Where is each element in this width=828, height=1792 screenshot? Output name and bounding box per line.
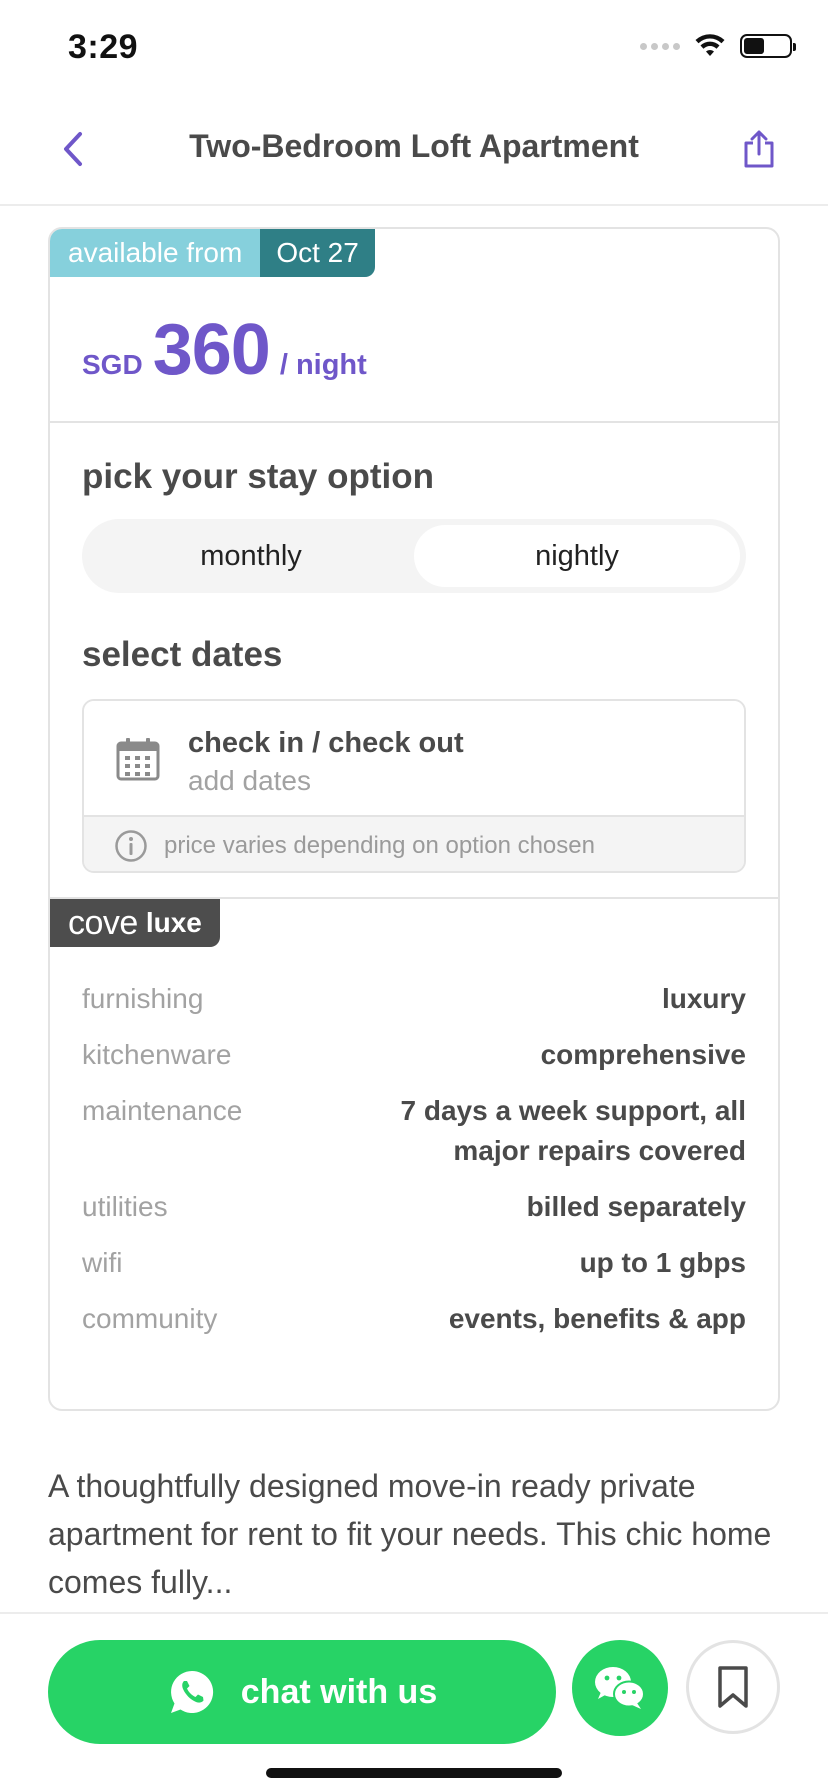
spec-value: luxury — [661, 983, 746, 1014]
price: SGD 360 / night — [82, 309, 367, 391]
share-icon — [744, 130, 774, 168]
spec-label: maintenance — [82, 1095, 243, 1126]
back-button[interactable] — [48, 124, 98, 174]
price-amount: 360 — [152, 310, 271, 390]
spec-row-community: community events, benefits & app — [82, 1299, 746, 1339]
date-field-placeholder: add dates — [188, 765, 311, 796]
wechat-icon — [595, 1667, 645, 1709]
stay-option-toggle[interactable]: monthly nightly — [82, 519, 746, 593]
date-picker: check in / check out add dates price var… — [82, 699, 746, 873]
listing-description: A thoughtfully designed move-in ready pr… — [48, 1468, 772, 1600]
date-picker-field[interactable]: check in / check out add dates — [84, 701, 744, 817]
battery-icon — [740, 34, 796, 58]
info-icon — [115, 830, 147, 862]
spec-row-utilities: utilities billed separately — [82, 1187, 746, 1227]
spec-label: kitchenware — [82, 1039, 232, 1070]
select-dates-heading: select dates — [82, 635, 283, 674]
spec-row-maintenance: maintenance 7 days a week support, all m… — [82, 1091, 746, 1171]
listing-card: available from Oct 27 SGD 360 / night pi… — [48, 227, 780, 1411]
spec-row-wifi: wifi up to 1 gbps — [82, 1243, 746, 1283]
spec-row-kitchenware: kitchenware comprehensive — [82, 1035, 746, 1075]
spec-value: events, benefits & app — [448, 1303, 746, 1334]
home-indicator — [266, 1768, 562, 1778]
spec-value: billed separately — [526, 1191, 746, 1222]
spec-label: wifi — [82, 1247, 123, 1278]
spec-label: furnishing — [82, 983, 204, 1014]
status-bar: 3:29 — [0, 0, 828, 100]
availability-date: Oct 27 — [260, 229, 375, 277]
spec-row-furnishing: furnishing luxury — [82, 979, 746, 1019]
status-time: 3:29 — [68, 28, 139, 66]
page-title: Two-Bedroom Loft Apartment — [189, 128, 639, 164]
spec-label: community — [82, 1303, 218, 1334]
price-unit: / night — [279, 349, 367, 381]
price-note-text: price varies depending on option chosen — [164, 832, 595, 859]
signal-icon — [640, 42, 680, 50]
availability-label: available from — [50, 229, 261, 277]
calendar-icon — [116, 738, 160, 781]
bookmark-icon — [718, 1666, 748, 1708]
bookmark-button[interactable] — [686, 1640, 780, 1734]
spec-value: comprehensive — [540, 1039, 746, 1070]
chevron-left-icon — [64, 132, 82, 166]
spec-label: utilities — [82, 1191, 168, 1222]
wifi-icon — [695, 34, 725, 56]
stay-option-heading: pick your stay option — [82, 457, 434, 496]
stay-option-nightly[interactable]: nightly — [414, 525, 740, 587]
nav-bar: Two-Bedroom Loft Apartment — [0, 100, 828, 206]
tier-brand: cove — [68, 903, 138, 942]
chat-button-label: chat with us — [240, 1672, 438, 1711]
tier-badge: cove luxe — [50, 899, 220, 947]
price-note: price varies depending on option chosen — [84, 817, 744, 871]
divider — [50, 421, 778, 423]
tier-name: luxe — [145, 907, 202, 938]
chat-with-us-button[interactable]: chat with us — [48, 1640, 556, 1744]
spec-value: 7 days a week support, all major repairs… — [400, 1095, 746, 1166]
amenities-list: furnishing luxury kitchenware comprehens… — [82, 979, 746, 1355]
share-button[interactable] — [734, 124, 784, 174]
availability-badge: available from Oct 27 — [50, 229, 375, 277]
status-indicators — [640, 34, 796, 58]
whatsapp-icon — [170, 1670, 213, 1713]
date-field-label: check in / check out — [188, 727, 464, 759]
bottom-action-bar: chat with us — [0, 1612, 828, 1792]
price-currency: SGD — [82, 349, 143, 380]
wechat-button[interactable] — [572, 1640, 668, 1736]
spec-value: up to 1 gbps — [579, 1247, 746, 1278]
stay-option-monthly[interactable]: monthly — [88, 525, 414, 587]
